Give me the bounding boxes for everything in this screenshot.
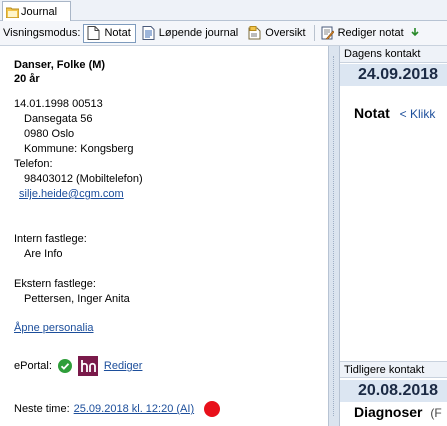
patient-info-panel: Danser, Folke (M) 20 år 14.01.1998 00513… [0, 46, 329, 426]
splitter-grip [333, 56, 336, 416]
tab-journal[interactable]: Journal [2, 1, 71, 21]
tab-bar: Journal [0, 0, 447, 21]
view-mode-label: Visningsmodus: [3, 27, 81, 39]
note-click-hint[interactable]: < Klikk [400, 107, 436, 121]
oversikt-button[interactable]: Oversikt [245, 24, 309, 43]
next-time-label: Neste time: [14, 403, 70, 415]
next-time-link[interactable]: 25.09.2018 kl. 12:20 (AI) [74, 403, 194, 415]
previous-contact-header: Tidligere kontakt [340, 361, 447, 378]
note-label: Notat [354, 105, 390, 121]
patient-birth-number: 14.01.1998 00513 [14, 98, 103, 110]
oversikt-label: Oversikt [265, 27, 306, 39]
note-row: Notat < Klikk [354, 105, 435, 121]
more-arrow-icon[interactable] [411, 27, 419, 40]
contact-panel: Dagens kontakt 24.09.2018 Notat < Klikk … [340, 46, 447, 426]
previous-date: 20.08.2018 [340, 380, 447, 402]
external-gp-name: Pettersen, Inger Anita [24, 293, 130, 305]
status-dot-icon [204, 401, 221, 417]
overview-icon [248, 26, 261, 40]
notat-label: Notat [104, 27, 131, 39]
diagnoses-row: Diagnoser (F [354, 404, 442, 420]
patient-street: Dansegata 56 [24, 113, 93, 125]
patient-age: 20 år [14, 73, 40, 85]
helsenorge-logo-icon [77, 356, 98, 376]
phone-label: Telefon: [14, 158, 53, 170]
edit-note-icon [321, 26, 335, 40]
todays-contact-header: Dagens kontakt [340, 46, 447, 63]
external-gp-label: Ekstern fastlege: [14, 278, 96, 290]
eportal-label: ePortal: [14, 360, 52, 372]
toolbar-separator [313, 25, 315, 41]
lopende-journal-label: Løpende journal [158, 27, 239, 39]
rediger-notat-label: Rediger notat [337, 27, 404, 39]
patient-name: Danser, Folke (M) [14, 59, 106, 71]
list-document-icon [142, 26, 155, 40]
internal-gp-label: Intern fastlege: [14, 233, 87, 245]
eportal-row: ePortal: Rediger [14, 356, 142, 376]
panel-splitter[interactable] [329, 46, 340, 426]
notat-button[interactable]: Notat [83, 23, 136, 43]
view-mode-toolbar: Visningsmodus: Notat Løpende journal Ove… [0, 21, 447, 46]
check-icon [57, 359, 72, 373]
next-appointment-row: Neste time: 25.09.2018 kl. 12:20 (AI) [14, 401, 221, 417]
diagnoses-label: Diagnoser [354, 404, 423, 420]
internal-gp-name: Are Info [24, 248, 63, 260]
eportal-edit-link[interactable]: Rediger [104, 360, 143, 372]
tab-label: Journal [21, 5, 58, 18]
patient-email-link[interactable]: silje.heide@cgm.com [19, 188, 124, 200]
patient-phone: 98403012 (Mobiltelefon) [24, 173, 143, 185]
journal-folder-icon [5, 6, 20, 18]
patient-postal: 0980 Oslo [24, 128, 75, 140]
todays-date: 24.09.2018 [340, 64, 447, 86]
rediger-notat-button[interactable]: Rediger notat [318, 24, 408, 43]
patient-municipality: Kommune: Kongsberg [24, 143, 134, 155]
lopende-journal-button[interactable]: Løpende journal [139, 24, 243, 43]
open-personalia-link[interactable]: Åpne personalia [14, 322, 94, 334]
diagnoses-hint: (F [430, 406, 442, 420]
document-icon [87, 26, 100, 40]
